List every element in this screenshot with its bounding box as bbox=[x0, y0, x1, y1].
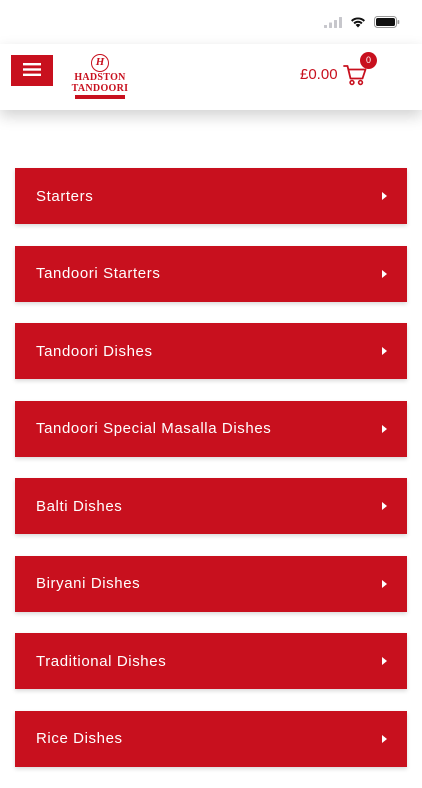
cart-total[interactable]: £0.00 bbox=[300, 66, 338, 83]
category-label: Tandoori Dishes bbox=[36, 342, 153, 360]
battery-icon bbox=[374, 15, 400, 33]
brand-logo[interactable]: H HADSTON TANDOORI bbox=[70, 54, 130, 102]
menu-button[interactable] bbox=[11, 55, 53, 86]
wifi-icon bbox=[350, 15, 366, 33]
logo-strip bbox=[75, 95, 125, 99]
caret-right-icon bbox=[382, 424, 387, 433]
category-item-tandoori-dishes[interactable]: Tandoori Dishes bbox=[15, 323, 407, 379]
caret-right-icon bbox=[382, 192, 387, 200]
category-label: Rice Dishes bbox=[36, 730, 123, 747]
category-list: Starters Tandoori Starters Tandoori Dish… bbox=[15, 168, 407, 788]
category-label: Balti Dishes bbox=[36, 497, 123, 515]
category-item-biryani-dishes[interactable]: Biryani Dishes bbox=[15, 555, 407, 612]
category-label: Tandoori Special Masalla Dishes bbox=[36, 420, 272, 437]
app-header: H HADSTON TANDOORI £0.00 0 bbox=[0, 44, 422, 110]
category-item-tandoori-starters[interactable]: Tandoori Starters bbox=[15, 245, 407, 302]
category-item-balti-dishes[interactable]: Balti Dishes bbox=[15, 478, 407, 534]
caret-right-icon bbox=[382, 657, 387, 665]
category-item-starters[interactable]: Starters bbox=[15, 168, 407, 224]
status-icons bbox=[324, 15, 400, 33]
category-label: Biryani Dishes bbox=[36, 575, 141, 592]
category-item-traditional-dishes[interactable]: Traditional Dishes bbox=[15, 633, 407, 689]
category-label: Traditional Dishes bbox=[36, 652, 167, 670]
cart-count-badge: 0 bbox=[360, 52, 377, 69]
category-label: Starters bbox=[36, 187, 94, 205]
caret-right-icon bbox=[382, 502, 387, 510]
category-label: Tandoori Starters bbox=[36, 265, 161, 282]
signal-icon bbox=[324, 15, 342, 33]
caret-right-icon bbox=[382, 734, 387, 743]
caret-right-icon bbox=[382, 347, 387, 355]
category-item-rice-dishes[interactable]: Rice Dishes bbox=[15, 710, 407, 767]
logo-emblem: H bbox=[91, 54, 109, 72]
logo-line-1: HADSTON bbox=[74, 72, 126, 83]
caret-right-icon bbox=[382, 269, 387, 278]
category-item-tandoori-special-masalla[interactable]: Tandoori Special Masalla Dishes bbox=[15, 400, 407, 457]
hamburger-icon bbox=[23, 62, 41, 79]
status-bar bbox=[0, 0, 422, 44]
logo-line-2: TANDOORI bbox=[71, 83, 129, 94]
caret-right-icon bbox=[382, 579, 387, 588]
